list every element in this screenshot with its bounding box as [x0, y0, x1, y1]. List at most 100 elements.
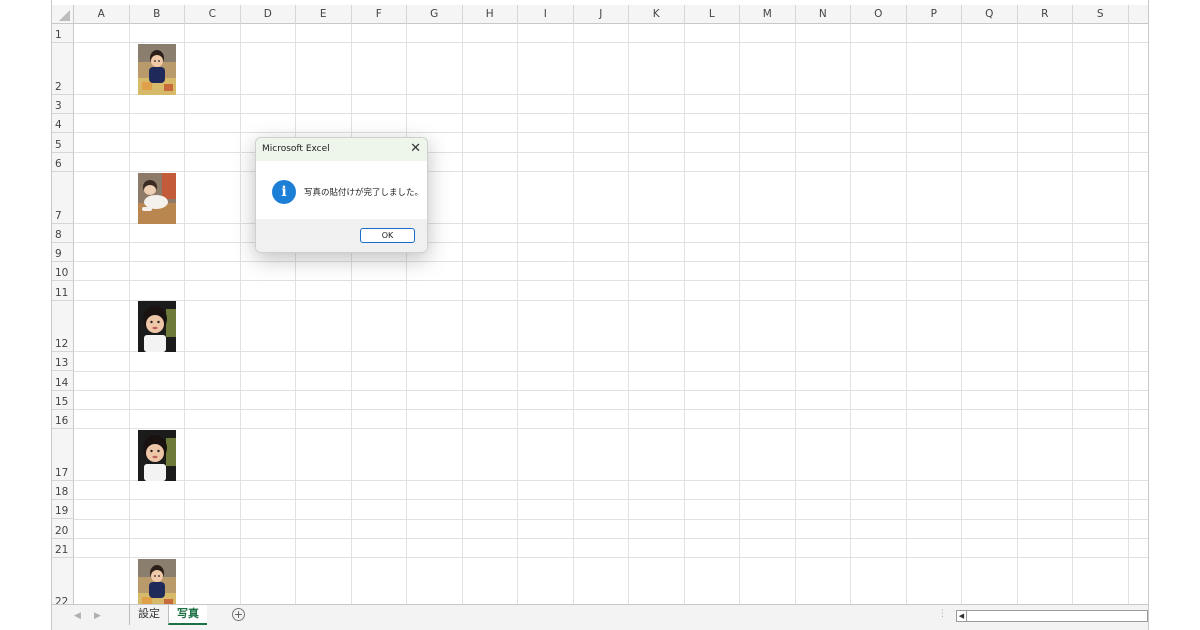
dialog-titlebar[interactable]: Microsoft Excel ✕	[256, 138, 427, 161]
dialog-footer: OK	[256, 219, 427, 252]
grid-vline	[572, 24, 574, 604]
column-header-A[interactable]: A	[74, 5, 130, 24]
grid-vline	[239, 24, 241, 604]
row-header-3[interactable]: 3	[52, 95, 74, 115]
column-header-K[interactable]: K	[629, 5, 685, 24]
column-header-I[interactable]: I	[518, 5, 574, 24]
grid-vline	[1016, 24, 1018, 604]
row-header-15[interactable]: 15	[52, 391, 74, 411]
row-header-10[interactable]: 10	[52, 262, 74, 282]
row-header-22[interactable]: 22	[52, 558, 74, 610]
row-header-20[interactable]: 20	[52, 520, 74, 539]
row-header-1[interactable]: 1	[52, 24, 74, 44]
grid-vline	[683, 24, 685, 604]
grid-vline	[461, 24, 463, 604]
grid-vline	[128, 24, 130, 604]
grid-vline	[517, 24, 518, 604]
grid-vline	[406, 24, 407, 604]
grid-vline	[794, 24, 796, 604]
grid-vline	[184, 24, 185, 604]
column-header-G[interactable]: G	[407, 5, 463, 24]
close-icon[interactable]: ✕	[410, 141, 421, 156]
row-header-18[interactable]: 18	[52, 481, 74, 501]
column-header-L[interactable]: L	[685, 5, 740, 24]
grid-hline	[74, 499, 1148, 501]
grid-vline	[1127, 24, 1129, 604]
grid-hline	[74, 299, 1148, 301]
column-header-H[interactable]: H	[463, 5, 518, 24]
column-header-M[interactable]: M	[740, 5, 796, 24]
row-header-6[interactable]: 6	[52, 153, 74, 172]
grid-hline	[74, 222, 1148, 224]
row-header-14[interactable]: 14	[52, 372, 74, 391]
grid-vline	[739, 24, 740, 604]
grid-hline	[74, 113, 1148, 115]
row-header-4[interactable]: 4	[52, 114, 74, 134]
next-sheet-icon[interactable]: ▶	[94, 611, 101, 621]
grid-vline	[961, 24, 962, 604]
column-header-J[interactable]: J	[574, 5, 629, 24]
scroll-left-icon[interactable]: ◀	[957, 611, 967, 621]
row-header-19[interactable]: 19	[52, 500, 74, 520]
prev-sheet-icon[interactable]: ◀	[74, 611, 81, 621]
column-header-F[interactable]: F	[352, 5, 407, 24]
grid-vline	[295, 24, 296, 604]
grid-hline	[74, 351, 1148, 353]
row-header-11[interactable]: 11	[52, 281, 74, 301]
row-header-13[interactable]: 13	[52, 352, 74, 372]
info-icon: i	[272, 180, 296, 204]
ok-button[interactable]: OK	[360, 228, 415, 243]
photo-row-2[interactable]	[138, 43, 176, 95]
grid-hline	[74, 518, 1148, 520]
grid-hline	[74, 557, 1148, 559]
row-header-2[interactable]: 2	[52, 43, 74, 95]
sheet-tab-settings[interactable]: 設定	[129, 605, 168, 625]
column-header-bar: ABCDEFGHIJKLMNOPQRS	[52, 5, 1148, 24]
column-header-Q[interactable]: Q	[962, 5, 1018, 24]
horizontal-scrollbar[interactable]: ◀	[956, 610, 1148, 622]
grid-hline	[74, 537, 1148, 539]
message-dialog: Microsoft Excel ✕ i 写真の貼付けが完了しました。 OK	[255, 137, 428, 253]
grid-hline	[74, 280, 1148, 282]
sheet-tab-photos[interactable]: 写真	[168, 605, 207, 625]
row-header-7[interactable]: 7	[52, 172, 74, 224]
column-header-R[interactable]: R	[1018, 5, 1073, 24]
worksheet-grid[interactable]	[74, 24, 1148, 604]
grid-hline	[74, 479, 1148, 481]
column-header-C[interactable]: C	[185, 5, 241, 24]
row-header-16[interactable]: 16	[52, 410, 74, 430]
row-header-8[interactable]: 8	[52, 224, 74, 243]
column-header-O[interactable]: O	[851, 5, 907, 24]
dialog-message: 写真の貼付けが完了しました。	[304, 188, 424, 198]
grid-vline	[905, 24, 907, 604]
grid-vline	[628, 24, 629, 604]
grid-hline	[74, 389, 1148, 391]
photo-row-12[interactable]	[138, 301, 176, 353]
column-header-E[interactable]: E	[296, 5, 352, 24]
column-header-P[interactable]: P	[907, 5, 962, 24]
column-header-S[interactable]: S	[1073, 5, 1129, 24]
column-header-D[interactable]: D	[241, 5, 296, 24]
row-header-21[interactable]: 21	[52, 539, 74, 559]
grid-hline	[74, 151, 1148, 153]
grid-vline	[350, 24, 352, 604]
grid-hline	[74, 428, 1148, 430]
grid-hline	[74, 171, 1148, 172]
row-header-12[interactable]: 12	[52, 301, 74, 353]
grid-hline	[74, 241, 1148, 243]
row-header-bar: 1 2 3 4 5 6 7 8 9 10 11 12 13 14 15 16 17 18 19 20 21 22	[52, 24, 74, 610]
split-handle-icon[interactable]: ⋮	[938, 609, 947, 619]
grid-hline	[74, 409, 1148, 411]
select-all-corner[interactable]	[52, 5, 74, 24]
row-header-17[interactable]: 17	[52, 429, 74, 481]
row-header-5[interactable]: 5	[52, 133, 74, 153]
add-sheet-icon[interactable]: +	[232, 608, 245, 621]
photo-row-7[interactable]	[138, 172, 176, 224]
column-header-N[interactable]: N	[796, 5, 851, 24]
row-header-9[interactable]: 9	[52, 243, 74, 263]
grid-hline	[74, 132, 1148, 134]
photo-row-17[interactable]	[138, 429, 176, 481]
column-header-B[interactable]: B	[130, 5, 185, 24]
photo-row-22[interactable]	[138, 558, 176, 604]
excel-window: ABCDEFGHIJKLMNOPQRS 1 2 3 4 5 6 7 8 9 10 11 12 13 14 1…	[51, 0, 1149, 630]
